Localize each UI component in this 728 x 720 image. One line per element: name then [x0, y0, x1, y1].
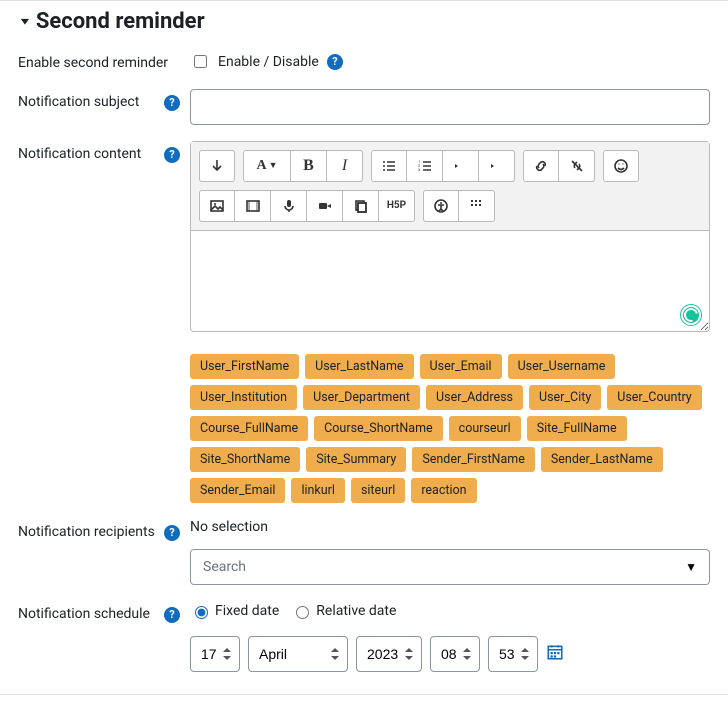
grammarly-icon[interactable] — [681, 305, 701, 325]
month-select[interactable]: April — [248, 636, 348, 672]
recipients-no-selection: No selection — [190, 519, 710, 535]
subject-input[interactable] — [190, 89, 710, 125]
placeholder-tag[interactable]: siteurl — [351, 478, 405, 503]
placeholder-tag[interactable]: Site_Summary — [306, 447, 406, 472]
section-header[interactable]: ▼ Second reminder — [0, 9, 728, 42]
emoji-button[interactable] — [603, 150, 639, 182]
row-schedule-date: 17 April 2023 08 53 — [0, 632, 728, 680]
placeholder-tag[interactable]: Course_FullName — [190, 416, 308, 441]
day-select[interactable]: 17 — [190, 636, 240, 672]
italic-button[interactable]: I — [327, 150, 363, 182]
recipients-search-placeholder: Search — [203, 559, 246, 575]
enable-checkbox[interactable] — [194, 55, 207, 68]
placeholder-tag[interactable]: Site_FullName — [527, 416, 627, 441]
manage-files-button[interactable] — [343, 190, 379, 222]
fixed-date-radio[interactable] — [195, 606, 208, 619]
placeholder-tag[interactable]: Site_ShortName — [190, 447, 300, 472]
placeholder-tag[interactable]: reaction — [411, 478, 476, 503]
label-subject: Notification subject — [18, 93, 139, 112]
help-icon[interactable]: ? — [164, 95, 180, 111]
label-enable: Enable second reminder — [18, 54, 168, 73]
placeholder-tag[interactable]: Course_ShortName — [314, 416, 442, 441]
unordered-list-button[interactable] — [371, 150, 407, 182]
section-title: Second reminder — [36, 9, 205, 34]
help-icon[interactable]: ? — [327, 54, 343, 70]
help-icon[interactable]: ? — [164, 525, 180, 541]
row-recipients: Notification recipients ? No selection S… — [0, 511, 728, 593]
placeholder-tag[interactable]: Sender_FirstName — [412, 447, 535, 472]
placeholder-tag[interactable]: User_FirstName — [190, 354, 299, 379]
second-reminder-panel: ▼ Second reminder Enable second reminder… — [0, 0, 728, 695]
enable-toggle-label: Enable / Disable — [218, 54, 319, 70]
h5p-button[interactable]: H5P — [379, 190, 415, 222]
placeholder-tag[interactable]: User_LastName — [305, 354, 413, 379]
expand-toolbar-button[interactable] — [199, 150, 235, 182]
placeholder-tag[interactable]: Sender_LastName — [541, 447, 663, 472]
image-button[interactable] — [199, 190, 235, 222]
bold-button[interactable]: B — [291, 150, 327, 182]
screenreader-helper-button[interactable] — [459, 190, 495, 222]
ordered-list-button[interactable]: 123 — [407, 150, 443, 182]
placeholder-tag[interactable]: User_Institution — [190, 385, 297, 410]
placeholder-tag[interactable]: User_Country — [607, 385, 701, 410]
unlink-button[interactable] — [559, 150, 595, 182]
schedule-relative-option[interactable]: Relative date — [291, 603, 396, 619]
placeholder-tag[interactable]: User_Email — [420, 354, 502, 379]
placeholder-tags: User_FirstNameUser_LastNameUser_EmailUse… — [190, 354, 710, 503]
chevron-down-icon: ▼ — [18, 16, 32, 28]
link-button[interactable] — [523, 150, 559, 182]
placeholder-tag[interactable]: User_City — [529, 385, 601, 410]
row-subject: Notification subject ? — [0, 81, 728, 133]
svg-text:3: 3 — [418, 167, 420, 172]
label-content: Notification content — [18, 145, 141, 164]
year-select[interactable]: 2023 — [356, 636, 422, 672]
placeholder-tag[interactable]: User_Address — [426, 385, 523, 410]
minute-select[interactable]: 53 — [488, 636, 538, 672]
placeholder-tag[interactable]: courseurl — [449, 416, 521, 441]
schedule-mode-radios: Fixed date Relative date — [190, 601, 710, 619]
outdent-button[interactable] — [443, 150, 479, 182]
paragraph-style-button[interactable]: A▼ — [243, 150, 291, 182]
accessibility-checker-button[interactable] — [423, 190, 459, 222]
indent-button[interactable] — [479, 150, 515, 182]
date-controls: 17 April 2023 08 53 — [190, 636, 710, 672]
hour-select[interactable]: 08 — [430, 636, 480, 672]
record-video-button[interactable] — [307, 190, 343, 222]
schedule-fixed-option[interactable]: Fixed date — [190, 603, 279, 619]
row-enable: Enable second reminder Enable / Disable … — [0, 42, 728, 81]
placeholder-tag[interactable]: User_Username — [508, 354, 616, 379]
row-schedule: Notification schedule ? Fixed date Relat… — [0, 593, 728, 632]
relative-date-radio[interactable] — [296, 606, 309, 619]
label-recipients: Notification recipients — [18, 523, 155, 542]
caret-down-icon: ▼ — [685, 560, 697, 574]
label-schedule: Notification schedule — [18, 605, 150, 624]
help-icon[interactable]: ? — [164, 607, 180, 623]
placeholder-tag[interactable]: User_Department — [303, 385, 420, 410]
record-audio-button[interactable] — [271, 190, 307, 222]
recipients-search-select[interactable]: Search ▼ — [190, 549, 710, 585]
placeholder-tag[interactable]: Sender_Email — [190, 478, 285, 503]
placeholder-tag[interactable]: linkurl — [291, 478, 344, 503]
rich-text-editor: A▼ B I 123 — [190, 141, 710, 332]
editor-toolbar: A▼ B I 123 — [191, 142, 709, 231]
editor-textarea[interactable] — [191, 231, 709, 331]
media-button[interactable] — [235, 190, 271, 222]
help-icon[interactable]: ? — [164, 147, 180, 163]
row-content: Notification content ? A▼ B I 123 — [0, 133, 728, 511]
calendar-icon[interactable] — [546, 643, 564, 665]
